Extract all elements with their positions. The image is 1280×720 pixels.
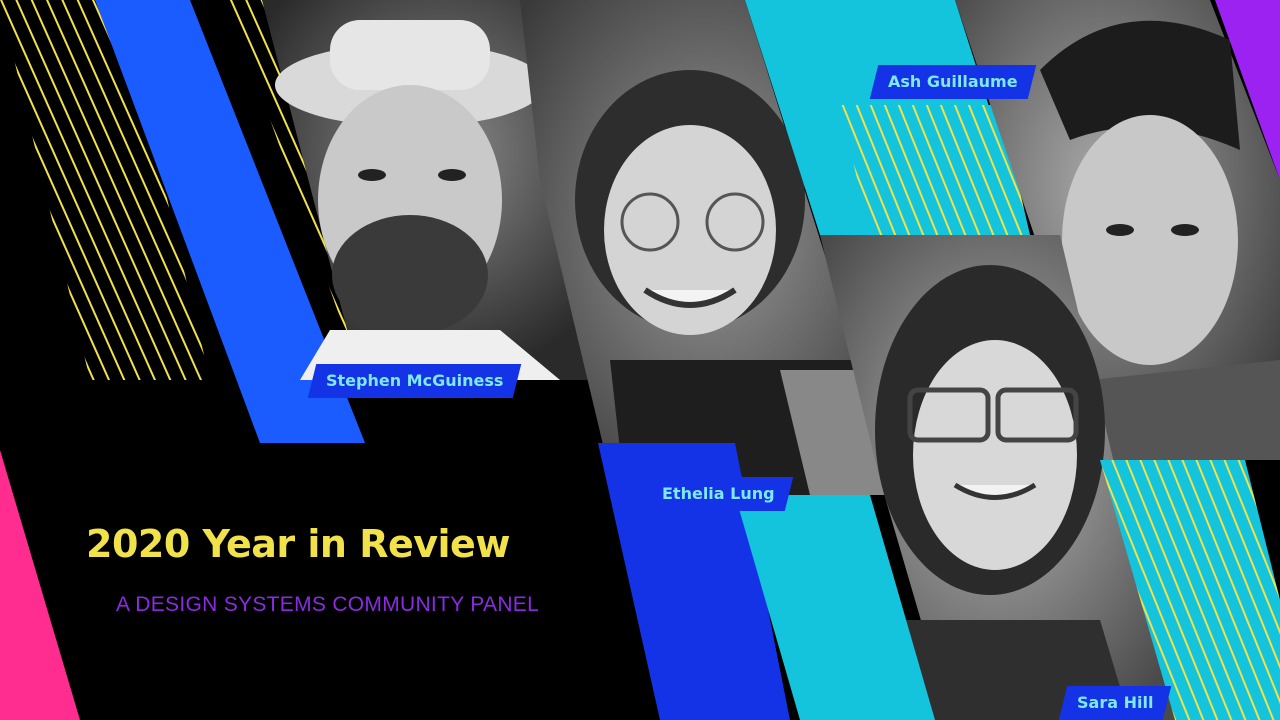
page-subtitle: A DESIGN SYSTEMS COMMUNITY PANEL <box>116 593 540 616</box>
name-tag-stephen: Stephen McGuiness <box>307 364 522 398</box>
pink-corner <box>0 450 80 720</box>
name-label-ash: Ash Guillaume <box>888 72 1018 91</box>
name-label-stephen: Stephen McGuiness <box>326 371 504 390</box>
name-label-ethelia: Ethelia Lung <box>662 484 775 503</box>
name-tag-ash: Ash Guillaume <box>869 65 1036 99</box>
name-label-sara: Sara Hill <box>1077 693 1154 712</box>
name-tag-sara: Sara Hill <box>1058 686 1172 720</box>
name-tag-ethelia: Ethelia Lung <box>643 477 793 511</box>
page-title: 2020 Year in Review <box>86 522 510 566</box>
panel-banner: Stephen McGuiness Ethelia Lung Ash Guill… <box>0 0 1280 720</box>
